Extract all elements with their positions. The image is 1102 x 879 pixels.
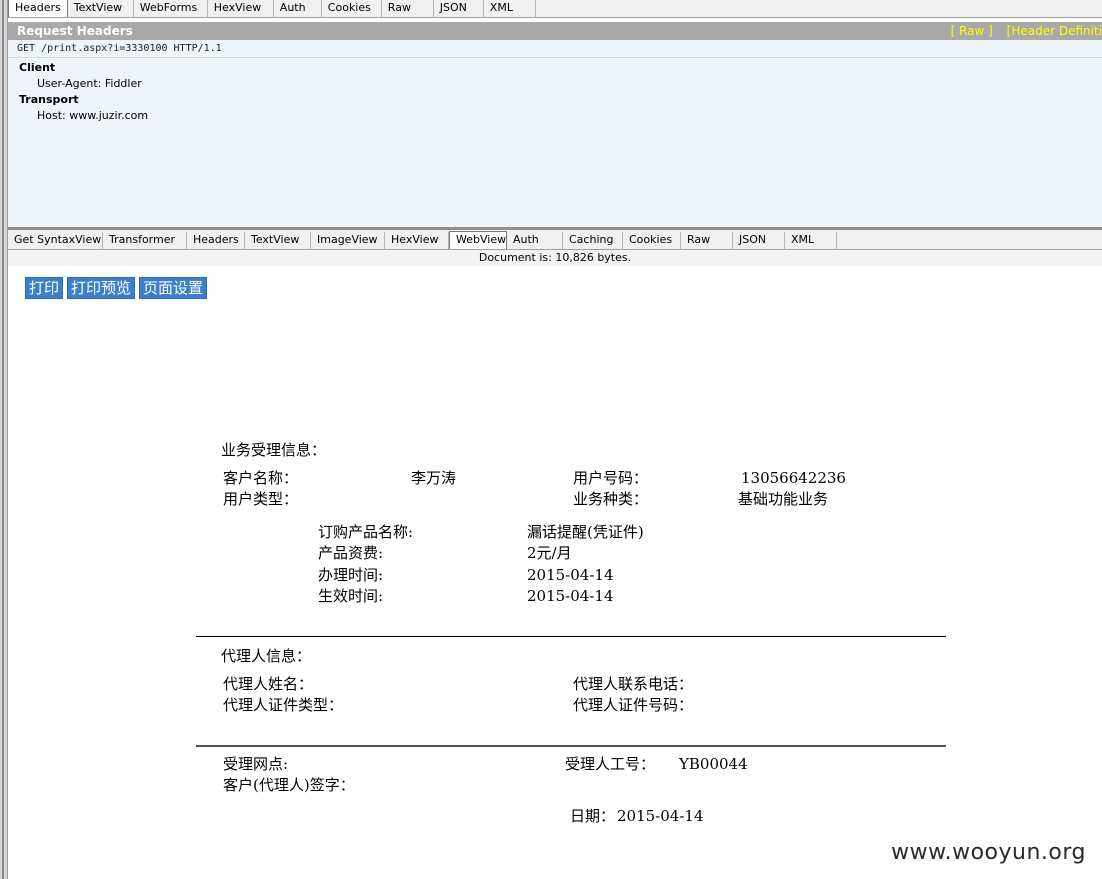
request-headers-bar: Request Headers [ Raw ] [Header Definiti [8, 22, 1102, 40]
web-view: 打印 打印预览 页面设置 业务受理信息： 客户名称： 李万涛 用户号码： 130… [8, 266, 1102, 879]
handle-time-value: 2015-04-14 [527, 566, 614, 584]
agent-phone-label: 代理人联系电话： [573, 675, 694, 693]
section-divider [196, 636, 946, 637]
print-toolbar: 打印 打印预览 页面设置 [25, 277, 208, 299]
tab-response-json[interactable]: JSON [733, 232, 785, 249]
tab-response-imageview[interactable]: ImageView [311, 232, 385, 249]
tab-response-headers[interactable]: Headers [187, 232, 245, 249]
staff-id-value: YB00044 [679, 755, 748, 773]
effective-time-value: 2015-04-14 [527, 587, 614, 605]
tab-request-headers[interactable]: Headers [8, 0, 68, 17]
agent-name-label: 代理人姓名： [223, 675, 314, 693]
header-links: [ Raw ] [Header Definiti [941, 22, 1102, 40]
tab-request-auth[interactable]: Auth [273, 0, 322, 17]
handle-time-label: 办理时间: [318, 566, 384, 584]
tab-response-hexview[interactable]: HexView [385, 232, 449, 249]
tab-request-hexview[interactable]: HexView [207, 0, 274, 17]
tab-response-raw[interactable]: Raw [681, 232, 733, 249]
product-name-value: 漏话提醒(凭证件) [527, 523, 644, 541]
user-number-label: 用户号码： [573, 469, 649, 487]
customer-name-value: 李万涛 [411, 469, 457, 487]
response-tab-bar: Get SyntaxView Transformer Headers TextV… [8, 230, 1102, 250]
signature-label: 客户(代理人)签字： [223, 776, 355, 794]
print-preview-button[interactable]: 打印预览 [67, 277, 136, 299]
page-setup-button[interactable]: 页面设置 [139, 277, 208, 299]
request-headers-title: Request Headers [17, 24, 133, 38]
request-headers-tree: Client User-Agent: Fiddler Transport Hos… [8, 59, 1102, 227]
tab-request-webforms[interactable]: WebForms [133, 0, 208, 17]
tab-response-textview[interactable]: TextView [245, 232, 311, 249]
tab-response-syntaxview[interactable]: Get SyntaxView [8, 232, 103, 249]
effective-time-label: 生效时间: [318, 587, 384, 605]
header-group-client[interactable]: Client [19, 60, 1102, 76]
outlet-label: 受理网点: [223, 755, 289, 773]
tab-request-cookies[interactable]: Cookies [321, 0, 382, 17]
user-type-label: 用户类型： [223, 490, 299, 508]
tab-response-webview[interactable]: WebView [449, 231, 507, 249]
date-label: 日期： [570, 807, 616, 825]
date-value: 2015-04-14 [617, 807, 704, 825]
agent-id-number-label: 代理人证件号码： [573, 696, 694, 714]
tab-request-raw[interactable]: Raw [381, 0, 434, 17]
business-type-value: 基础功能业务 [738, 490, 829, 508]
tab-response-transformer[interactable]: Transformer [103, 232, 187, 249]
user-number-value: 13056642236 [741, 469, 846, 487]
left-splitter-edge [2, 0, 4, 879]
tab-response-xml[interactable]: XML [785, 232, 837, 249]
business-type-label: 业务种类： [573, 490, 649, 508]
section-divider [196, 745, 946, 747]
product-fee-value: 2元/月 [527, 544, 572, 562]
left-splitter[interactable] [0, 0, 8, 879]
tab-request-json[interactable]: JSON [433, 0, 484, 17]
request-line: GET /print.aspx?i=3330100 HTTP/1.1 [8, 40, 1102, 58]
product-fee-label: 产品资费: [318, 544, 384, 562]
raw-link[interactable]: [ Raw ] [951, 24, 993, 38]
header-item-host[interactable]: Host: www.juzir.com [19, 108, 1102, 124]
agent-id-type-label: 代理人证件类型： [223, 696, 344, 714]
product-name-label: 订购产品名称: [318, 523, 414, 541]
watermark: www.wooyun.org [891, 840, 1086, 865]
customer-name-label: 客户名称： [223, 469, 299, 487]
header-definitions-link[interactable]: [Header Definiti [1007, 24, 1102, 38]
header-item-user-agent[interactable]: User-Agent: Fiddler [19, 76, 1102, 92]
agent-section-title: 代理人信息： [221, 647, 312, 665]
tab-response-auth[interactable]: Auth [507, 232, 563, 249]
tab-request-textview[interactable]: TextView [67, 0, 134, 17]
tab-request-xml[interactable]: XML [483, 0, 536, 17]
tab-response-caching[interactable]: Caching [563, 232, 623, 249]
staff-id-label: 受理人工号： [565, 755, 656, 773]
request-tab-bar: Headers TextView WebForms HexView Auth C… [8, 0, 1102, 18]
print-button[interactable]: 打印 [25, 277, 64, 299]
header-group-transport[interactable]: Transport [19, 92, 1102, 108]
tab-response-cookies[interactable]: Cookies [623, 232, 681, 249]
document-size: Document is: 10,826 bytes. [8, 250, 1102, 266]
business-section-title: 业务受理信息： [221, 441, 327, 459]
